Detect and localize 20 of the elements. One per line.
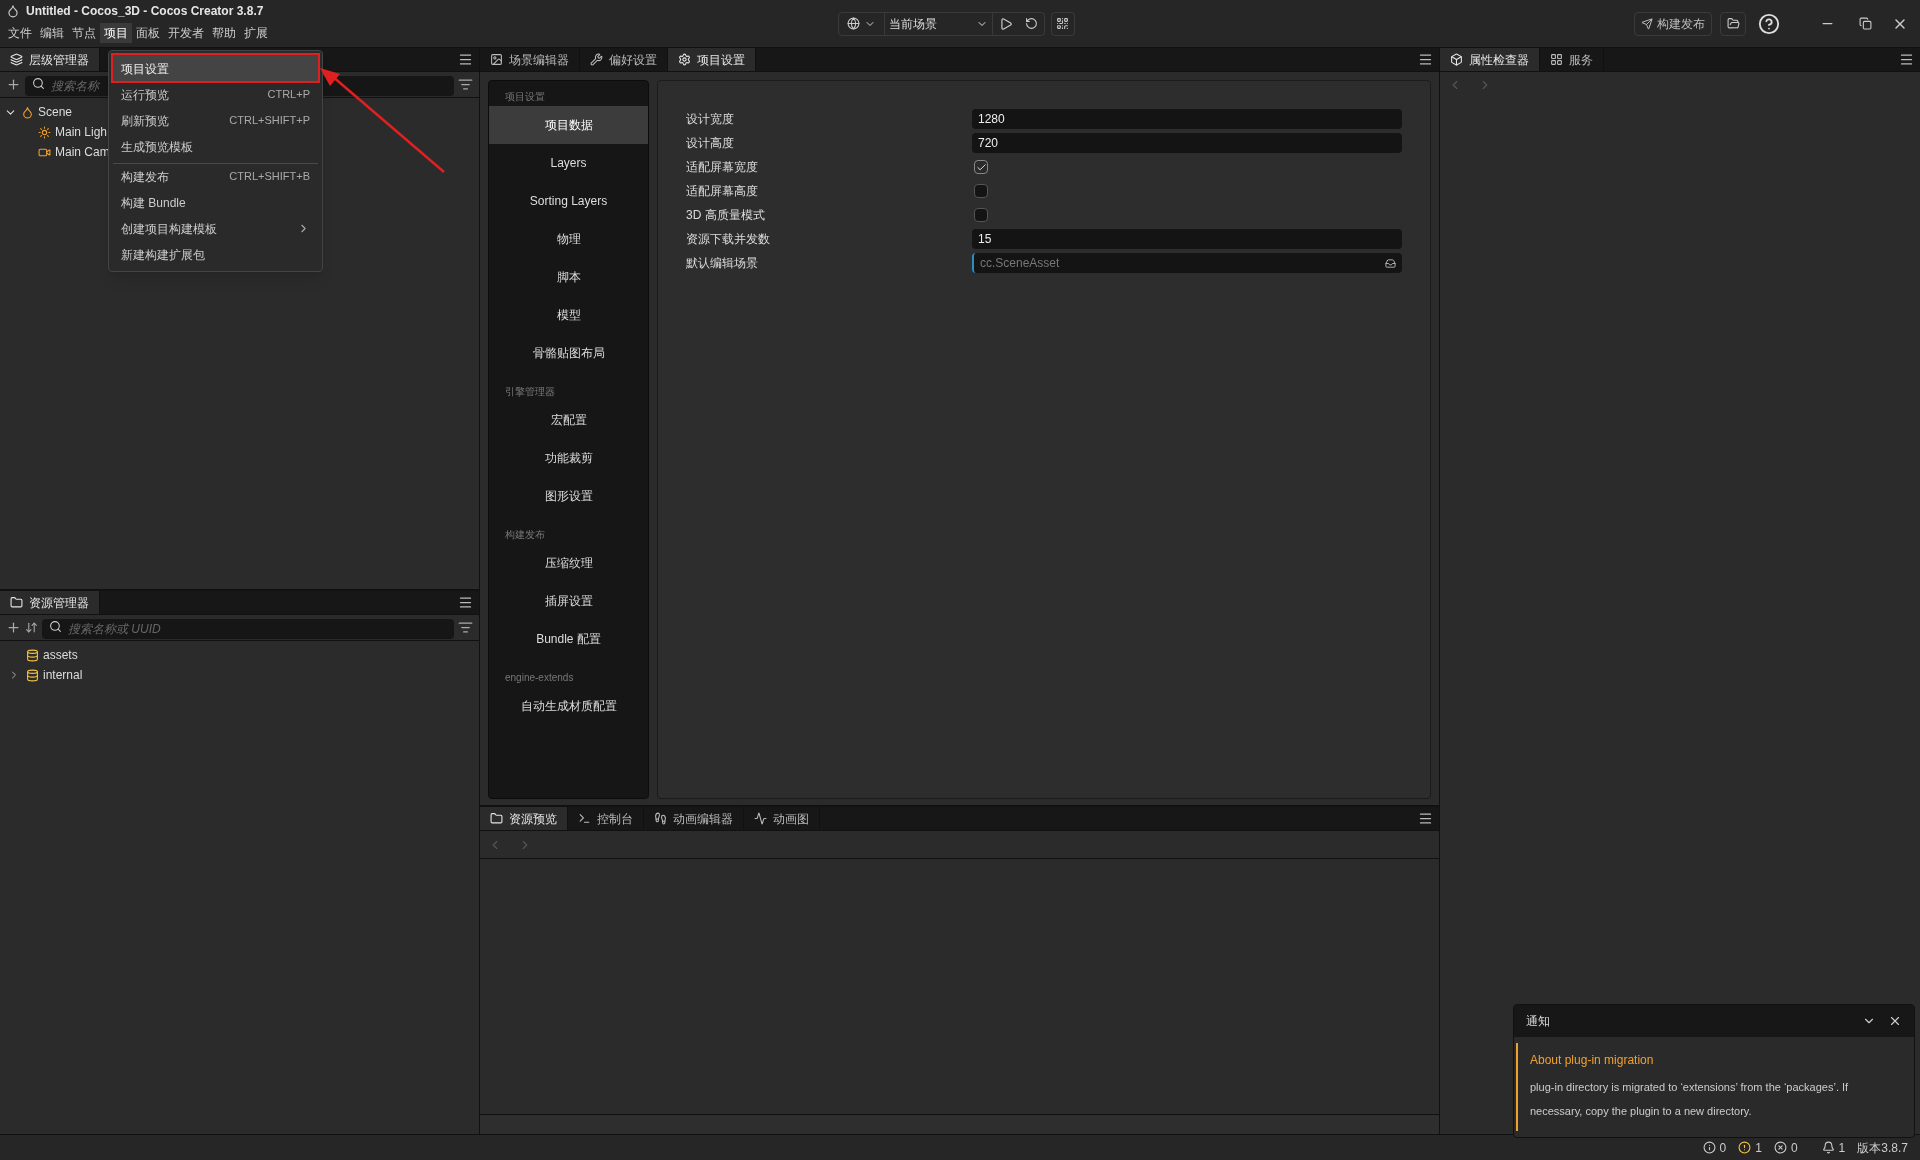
nav-section-heading: 构建发布 xyxy=(504,528,546,542)
field-label: 默认编辑场景 xyxy=(686,255,759,272)
nav-section-heading: 引擎管理器 xyxy=(504,385,556,399)
nav-section-heading: 项目设置 xyxy=(504,90,546,104)
window-title: Untitled - Cocos_3D - Cocos Creator 3.8.7 xyxy=(26,3,264,20)
field-label: 3D 高质量模式 xyxy=(686,207,766,224)
notification-title: 通知 xyxy=(1526,1013,1550,1030)
status-count: 1 xyxy=(1838,1139,1846,1157)
nav-section-heading: engine-extends xyxy=(504,671,575,685)
notification-message: plug-in directory is migrated to ‘extensions’ from the ‘packages’. If necessary, copy the plugin to a new directory. xyxy=(1530,1080,1850,1119)
field-label: 设计宽度 xyxy=(686,111,735,128)
field-label: 适配屏幕宽度 xyxy=(686,159,759,176)
field-label: 资源下载并发数 xyxy=(686,231,771,248)
field-label: 适配屏幕高度 xyxy=(686,183,759,200)
status-count: 0 xyxy=(1790,1139,1798,1157)
field-label: 设计高度 xyxy=(686,135,735,152)
status-count: 0 xyxy=(1719,1139,1727,1157)
status-count: 1 xyxy=(1755,1139,1762,1157)
notification-heading: About plug-in migration xyxy=(1530,1052,1655,1069)
version-label: 版本3.8.7 xyxy=(1857,1139,1908,1157)
